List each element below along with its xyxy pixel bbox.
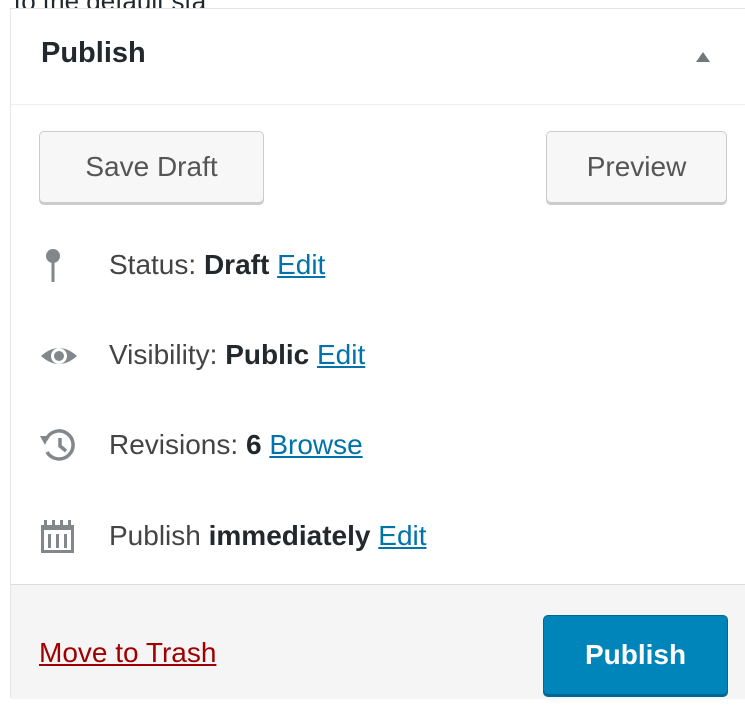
browse-revisions-link[interactable]: Browse	[269, 429, 362, 460]
revisions-row: Revisions: 6 Browse	[39, 421, 719, 469]
publish-schedule-value: immediately	[208, 520, 371, 551]
status-row: Status: Draft Edit	[39, 241, 719, 289]
publish-meta-box: Publish Save Draft Preview Status: Draft…	[10, 8, 745, 699]
publish-button[interactable]: Publish	[543, 615, 728, 695]
publish-box-header[interactable]: Publish	[11, 9, 745, 105]
visibility-value: Public	[225, 339, 310, 370]
edit-visibility-link[interactable]: Edit	[317, 339, 365, 370]
save-draft-button[interactable]: Save Draft	[39, 131, 264, 203]
move-to-trash-link[interactable]: Move to Trash	[39, 637, 216, 669]
edit-schedule-link[interactable]: Edit	[378, 520, 426, 551]
preview-button[interactable]: Preview	[546, 131, 727, 203]
history-icon	[39, 427, 79, 463]
visibility-text: Visibility: Public Edit	[109, 331, 365, 379]
edit-status-link[interactable]: Edit	[277, 249, 325, 280]
status-text: Status: Draft Edit	[109, 241, 325, 289]
publish-schedule-label: Publish	[109, 520, 201, 551]
calendar-icon	[39, 518, 79, 554]
status-label: Status:	[109, 249, 197, 280]
publish-schedule-row: Publish immediately Edit	[39, 512, 719, 560]
publish-box-title: Publish	[41, 37, 146, 69]
visibility-label: Visibility:	[109, 339, 218, 370]
pin-icon	[39, 247, 79, 283]
visibility-row: Visibility: Public Edit	[39, 331, 719, 379]
status-value: Draft	[203, 249, 270, 280]
triangle-up-icon[interactable]	[696, 52, 710, 62]
publish-schedule-text: Publish immediately Edit	[109, 512, 427, 560]
revisions-label: Revisions:	[109, 429, 239, 460]
publish-actions-footer: Move to Trash Publish	[11, 584, 745, 699]
eye-icon	[39, 337, 79, 373]
revisions-text: Revisions: 6 Browse	[109, 421, 363, 469]
revisions-count: 6	[245, 429, 262, 460]
